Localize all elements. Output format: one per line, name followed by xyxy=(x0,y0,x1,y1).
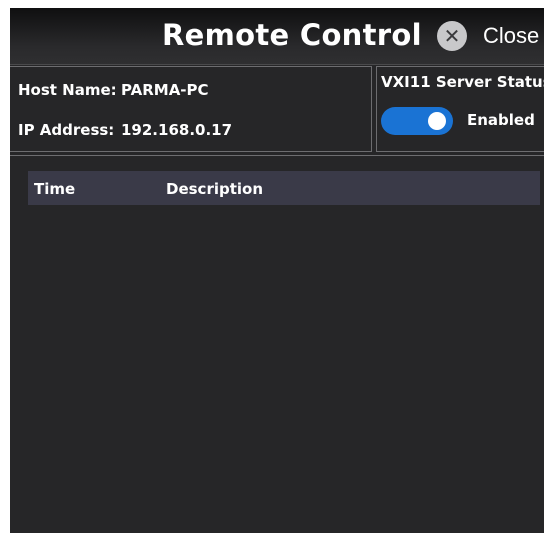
vxi11-status-title: VXI11 Server Status xyxy=(381,73,544,91)
vxi11-status-panel: VXI11 Server Status Enabled xyxy=(376,66,544,152)
ip-address-value: 192.168.0.17 xyxy=(121,121,233,139)
column-header-description[interactable]: Description xyxy=(166,180,263,198)
host-name-value: PARMA-PC xyxy=(121,81,209,99)
log-table: Time Description xyxy=(28,171,540,511)
window-title: Remote Control xyxy=(162,18,422,52)
close-button[interactable]: ✕ Close xyxy=(437,21,539,51)
close-label[interactable]: Close xyxy=(483,23,539,49)
log-panel: Time Description xyxy=(10,155,544,533)
title-bar: Remote Control ✕ Close xyxy=(10,8,544,65)
ip-address-label: IP Address: xyxy=(18,121,115,139)
log-table-header: Time Description xyxy=(28,171,540,205)
toggle-knob xyxy=(428,112,446,130)
host-info-panel: Host Name: PARMA-PC IP Address: 192.168.… xyxy=(10,66,372,152)
remote-control-window: Remote Control ✕ Close Host Name: PARMA-… xyxy=(10,8,544,533)
column-header-time[interactable]: Time xyxy=(34,180,75,198)
close-icon[interactable]: ✕ xyxy=(437,21,467,51)
host-name-label: Host Name: xyxy=(18,81,117,99)
vxi11-state-label: Enabled xyxy=(467,111,535,129)
vxi11-enable-toggle[interactable] xyxy=(381,107,453,135)
log-table-body[interactable] xyxy=(28,205,540,515)
